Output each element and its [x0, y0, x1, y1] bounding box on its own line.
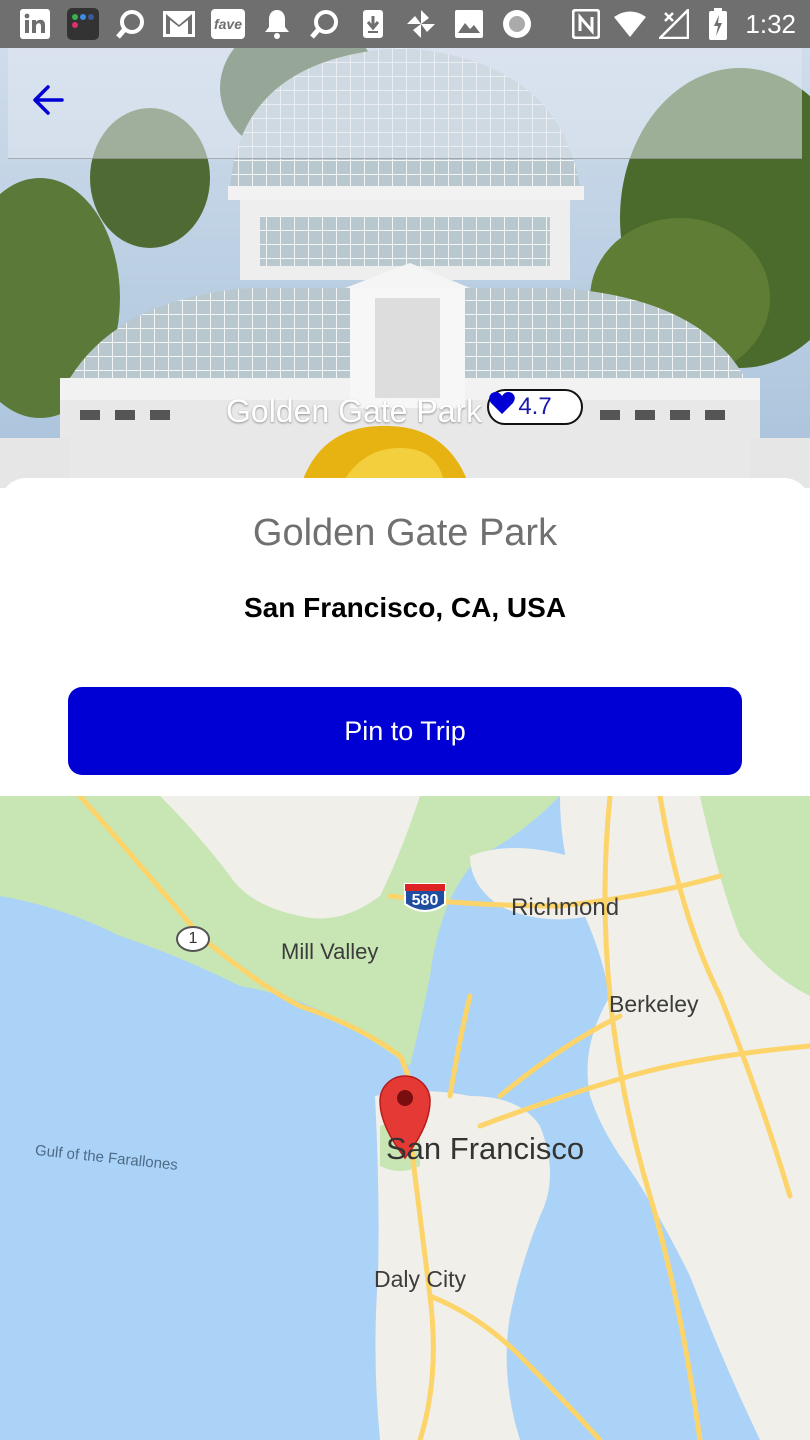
search-icon [114, 7, 148, 41]
map-label-berkeley: Berkeley [609, 991, 699, 1017]
map-label-daly-city: Daly City [374, 1266, 467, 1292]
pinwheel-icon [404, 7, 438, 41]
map-view[interactable]: 580 1 Richmond Mill Valley Berkeley San … [0, 796, 810, 1440]
fave-icon: fave [210, 7, 246, 41]
fave-label: fave [211, 9, 245, 39]
app-folder-icon [66, 7, 100, 41]
top-app-bar [8, 48, 802, 159]
image-icon [452, 7, 486, 41]
back-arrow-icon [33, 85, 64, 115]
map-label-mill-valley: Mill Valley [281, 939, 379, 964]
signal-icon [657, 7, 691, 41]
pin-to-trip-button[interactable]: Pin to Trip [68, 687, 742, 775]
linkedin-icon [18, 7, 52, 41]
download-icon [356, 7, 390, 41]
nfc-icon [569, 7, 603, 41]
battery-icon [701, 7, 735, 41]
rating-badge[interactable]: 4.7 [487, 389, 583, 425]
heart-icon [489, 392, 515, 414]
clock: 1:32 [745, 8, 796, 39]
place-location: San Francisco, CA, USA [243, 592, 567, 623]
interstate-number: 580 [411, 892, 439, 909]
hero-image: Golden Gate Park 4.7 [0, 48, 810, 488]
wifi-icon [613, 7, 647, 41]
interstate-shield: 580 [402, 882, 448, 916]
map-label-richmond: Richmond [511, 894, 620, 921]
place-title: Golden Gate Park [252, 512, 558, 554]
rating-value: 4.7 [518, 393, 552, 420]
details-card: Golden Gate Park San Francisco, CA, USA … [0, 478, 810, 796]
record-icon [500, 7, 534, 41]
highway-shield: 1 [176, 926, 210, 952]
status-bar: fave 1:32 [0, 0, 810, 48]
gmail-icon [162, 7, 196, 41]
hero-place-name: Golden Gate Park [226, 393, 483, 429]
bell-icon [260, 7, 294, 41]
search-icon [308, 7, 342, 41]
highway-number: 1 [188, 930, 198, 947]
map-label-san-francisco: San Francisco [386, 1131, 585, 1166]
back-button[interactable] [30, 82, 74, 126]
